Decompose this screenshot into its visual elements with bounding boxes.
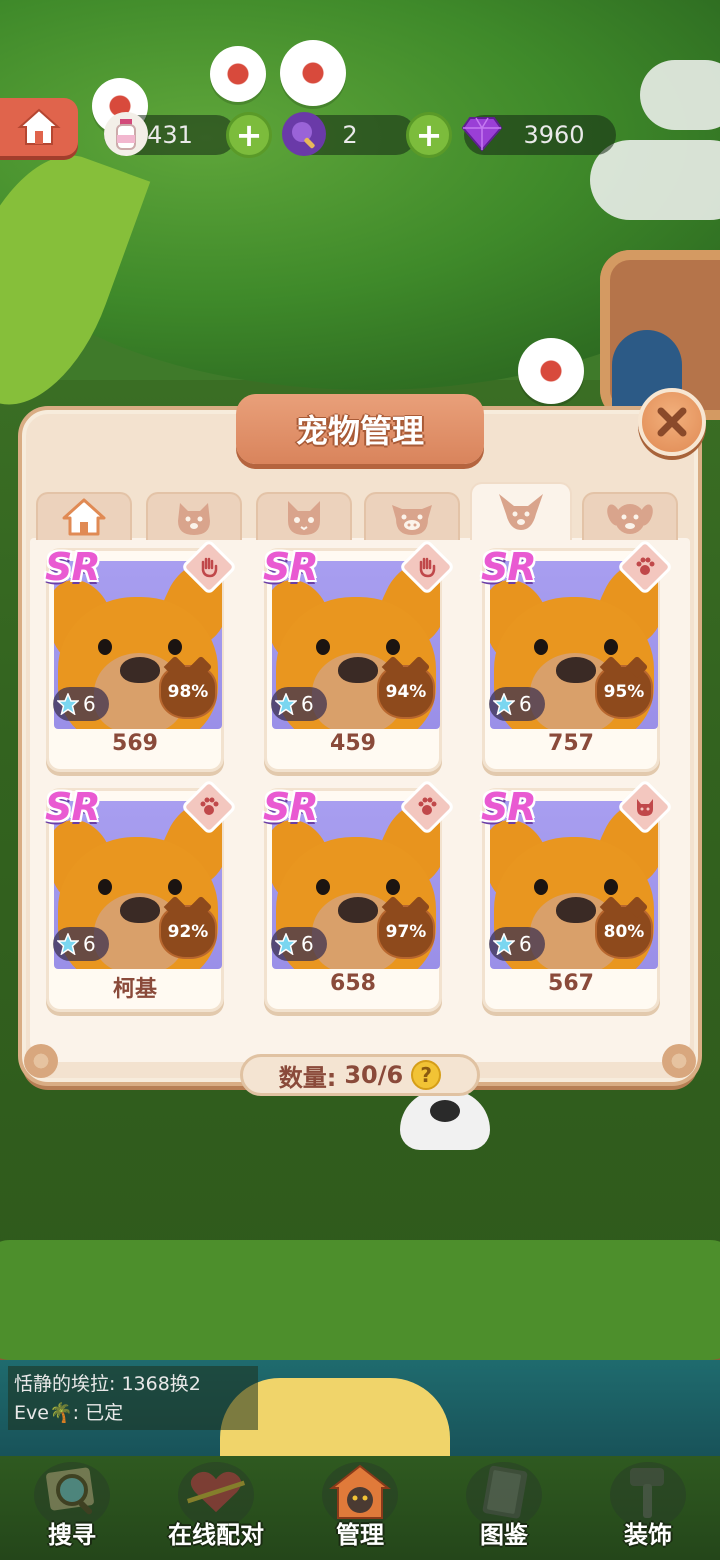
star-icon (275, 933, 297, 955)
nav-online-match[interactable]: 在线配对 (144, 1456, 288, 1560)
pet-card[interactable]: SR 6 95% 757 (481, 538, 674, 772)
dialog-title-banner: 宠物管理 (236, 394, 484, 464)
pet-name: 柯基 (112, 977, 157, 1002)
count-label: 数量: (278, 1063, 337, 1092)
add-brush-button[interactable]: + (406, 112, 452, 158)
pet-name: 567 (548, 971, 594, 996)
pet-card[interactable]: SR 6 94% 459 (263, 538, 456, 772)
chat-user: Eve (14, 1402, 49, 1424)
pet-card[interactable]: SR 6 98% 569 (45, 538, 238, 772)
home-icon (17, 108, 61, 145)
star-level: 6 (271, 927, 327, 961)
pig-face-icon (392, 505, 432, 535)
nav-label: 装饰 (624, 1521, 672, 1549)
tab-dog[interactable] (146, 492, 242, 540)
gem-count: 3960 (523, 121, 585, 149)
nav-label: 管理 (336, 1521, 384, 1549)
tab-pig[interactable] (364, 492, 460, 540)
chat-message: 恬静的埃拉: 1368换2 (14, 1373, 201, 1395)
rarity-badge: SR (263, 785, 319, 829)
pet-card[interactable]: SR 6 92% 柯基 (45, 778, 238, 1012)
star-count: 6 (519, 932, 532, 956)
affinity-percent: 92% (159, 905, 217, 959)
nav-decorate[interactable]: 装饰 (576, 1456, 720, 1560)
add-milk-button[interactable]: + (226, 112, 272, 158)
corner-ornament (24, 1044, 58, 1078)
pet-card[interactable]: SR 6 80% 567 (481, 778, 674, 1012)
affinity-percent: 94% (377, 665, 435, 719)
star-count: 6 (83, 932, 96, 956)
flower (280, 40, 346, 106)
brush-icon (282, 112, 326, 156)
close-button[interactable] (638, 388, 706, 456)
milk-bottle-icon (104, 112, 148, 156)
nav-collection[interactable]: 图鉴 (432, 1456, 576, 1560)
rarity-badge: SR (481, 785, 537, 829)
cloud (590, 140, 720, 220)
nav-label: 在线配对 (168, 1521, 264, 1549)
brush-count: 2 (342, 121, 358, 149)
rarity-badge: SR (481, 545, 537, 589)
star-level: 6 (53, 927, 109, 961)
dog-face-icon (178, 503, 210, 535)
star-level: 6 (489, 927, 545, 961)
star-icon (493, 693, 515, 715)
house-icon (62, 498, 106, 536)
chat-message: Eve🌴: 已定 (14, 1399, 252, 1428)
star-level: 6 (271, 687, 327, 721)
chat-text: : 已定 (72, 1402, 124, 1424)
cloud (640, 60, 720, 130)
star-count: 6 (301, 692, 314, 716)
pet-card[interactable]: SR 6 97% 658 (263, 778, 456, 1012)
bottom-navigation: 搜寻 在线配对 管理 图鉴 装饰 (0, 1456, 720, 1560)
pet-name: 569 (112, 731, 158, 756)
puppy-face-icon (607, 504, 653, 534)
world-chat[interactable]: 恬静的埃拉: 1368换2 Eve🌴: 已定 (8, 1366, 258, 1430)
tab-corgi[interactable] (470, 482, 572, 540)
nav-label: 搜寻 (48, 1521, 96, 1549)
rarity-badge: SR (263, 545, 319, 589)
grass-cliff-edge (0, 1240, 720, 1360)
palm-tree-icon: 🌴 (48, 1402, 73, 1424)
gem-icon (460, 112, 504, 156)
star-count: 6 (301, 932, 314, 956)
star-icon (493, 933, 515, 955)
close-icon (657, 407, 687, 437)
tab-puppy[interactable] (582, 492, 678, 540)
count-value: 30/6 (344, 1061, 404, 1089)
affinity-percent: 80% (595, 905, 653, 959)
affinity-percent: 95% (595, 665, 653, 719)
pet-name: 658 (330, 971, 376, 996)
dialog-title: 宠物管理 (295, 412, 424, 450)
tab-cat[interactable] (256, 492, 352, 540)
pet-name: 757 (548, 731, 594, 756)
corner-ornament (662, 1044, 696, 1078)
star-icon (57, 933, 79, 955)
rarity-badge: SR (45, 545, 101, 589)
milk-count: 431 (147, 121, 193, 149)
help-icon[interactable]: ? (411, 1060, 442, 1090)
flower (518, 338, 584, 404)
star-count: 6 (83, 692, 96, 716)
tab-home[interactable] (36, 492, 132, 540)
star-level: 6 (53, 687, 109, 721)
star-icon (275, 693, 297, 715)
rarity-badge: SR (45, 785, 101, 829)
affinity-percent: 98% (159, 665, 217, 719)
star-count: 6 (519, 692, 532, 716)
nav-label: 图鉴 (480, 1521, 528, 1549)
nav-search[interactable]: 搜寻 (0, 1456, 144, 1560)
home-button[interactable] (0, 98, 78, 156)
affinity-percent: 97% (377, 905, 435, 959)
star-level: 6 (489, 687, 545, 721)
pet-name: 459 (330, 731, 376, 756)
cat-face-icon (288, 501, 320, 535)
nav-manage[interactable]: 管理 (288, 1456, 432, 1560)
pet-count-bar: 数量: 30/6 ? (240, 1054, 480, 1096)
star-icon (57, 693, 79, 715)
flower (210, 46, 266, 102)
corgi-face-icon (499, 494, 543, 530)
